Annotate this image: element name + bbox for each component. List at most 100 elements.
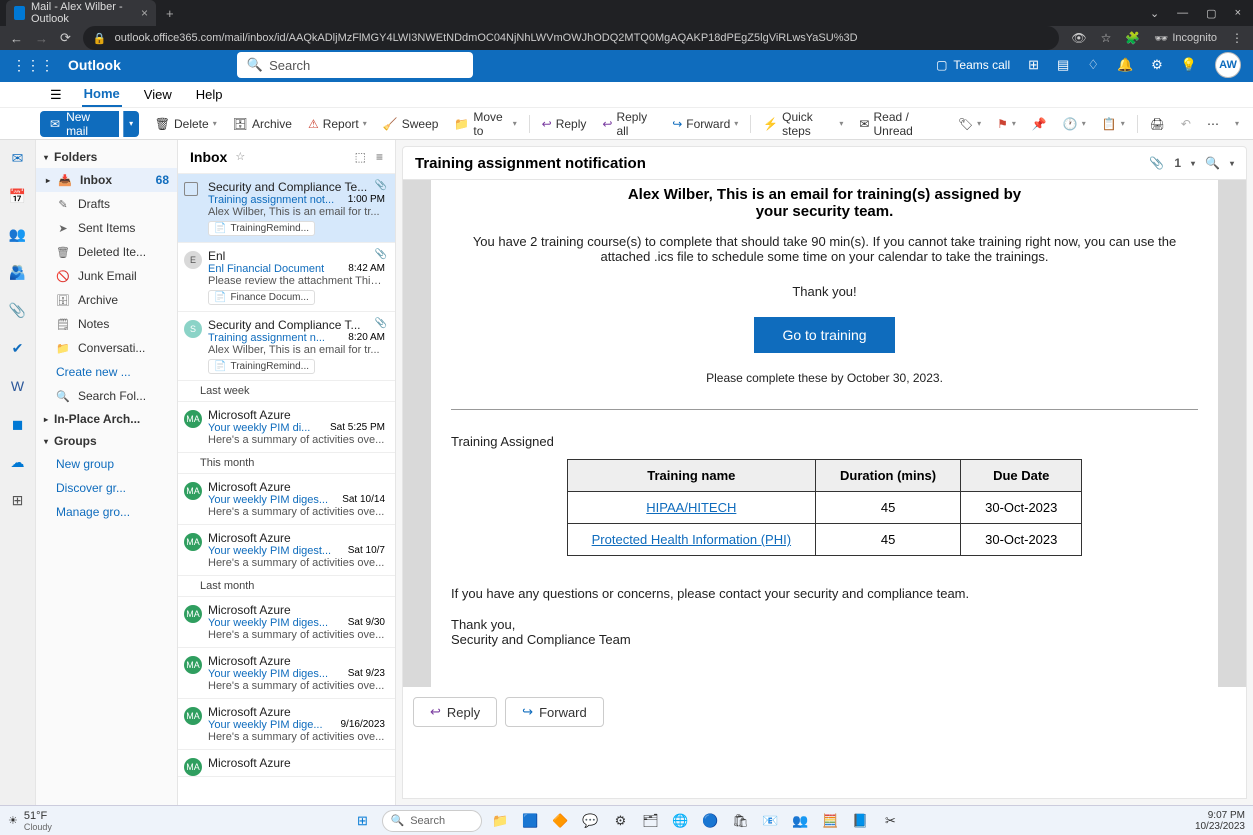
meet-now-icon[interactable]: ⊞ [1028, 57, 1039, 73]
tag-button[interactable]: 🏷▾ [952, 111, 987, 137]
taskbar-app-icon[interactable]: 🔶 [550, 810, 572, 832]
attachment-icon[interactable]: 📎 [1149, 156, 1164, 170]
snooze-button[interactable]: 🕐▾ [1057, 111, 1092, 137]
account-avatar[interactable]: AW [1215, 52, 1241, 78]
rail-mail-icon[interactable]: ✉ [6, 146, 30, 170]
archive-button[interactable]: 🗄Archive [227, 111, 298, 137]
forward-button[interactable]: ↪Forward▾ [666, 111, 744, 137]
folder-notes[interactable]: 🗒Notes [36, 312, 177, 336]
sweep-button[interactable]: 🧹Sweep [377, 111, 445, 137]
rules-button[interactable]: 📋▾ [1096, 111, 1131, 137]
new-group-link[interactable]: New group [36, 452, 177, 476]
folder-inbox[interactable]: ▸📥Inbox68 [36, 168, 177, 192]
chevron-down-icon[interactable]: ⌄ [1150, 7, 1159, 20]
kebab-menu-icon[interactable]: ⋮ [1231, 31, 1243, 45]
select-mode-icon[interactable]: ⬚ [355, 150, 366, 164]
message-item[interactable]: MAMicrosoft AzureYour weekly PIM diges..… [178, 474, 395, 525]
menu-help[interactable]: Help [194, 83, 225, 106]
attachment-chip[interactable]: 📄TrainingRemind... [208, 359, 315, 374]
url-input[interactable]: 🔒 outlook.office365.com/mail/inbox/id/AA… [83, 26, 1060, 50]
pin-button[interactable]: 📌 [1026, 111, 1053, 137]
menu-view[interactable]: View [142, 83, 174, 106]
new-mail-button[interactable]: ✉ New mail [40, 111, 119, 137]
groups-header[interactable]: ▾Groups [36, 430, 177, 452]
manage-groups-link[interactable]: Manage gro... [36, 500, 177, 524]
reply-button[interactable]: ↩Reply [536, 111, 593, 137]
folder-junk[interactable]: 🚫Junk Email [36, 264, 177, 288]
maximize-icon[interactable]: ▢ [1206, 7, 1216, 20]
training-link[interactable]: HIPAA/HITECH [646, 500, 736, 515]
message-checkbox[interactable] [184, 182, 198, 196]
create-folder-link[interactable]: Create new ... [36, 360, 177, 384]
system-tray[interactable]: 9:07 PM 10/23/2023 [1195, 810, 1245, 832]
taskbar-store-icon[interactable]: 🛍 [730, 810, 752, 832]
hamburger-icon[interactable]: ☰ [50, 87, 62, 103]
taskbar-settings-icon[interactable]: ⚙ [610, 810, 632, 832]
new-mail-dropdown[interactable]: ▾ [123, 111, 139, 137]
training-link[interactable]: Protected Health Information (PHI) [592, 532, 791, 547]
back-icon[interactable]: ← [10, 31, 23, 46]
rail-todo-icon[interactable]: ✔ [6, 336, 30, 360]
rail-app-icon[interactable]: ◼ [6, 412, 30, 436]
taskbar-edge-icon[interactable]: 🌐 [670, 810, 692, 832]
message-item[interactable]: MAMicrosoft AzureYour weekly PIM dige...… [178, 699, 395, 750]
delete-button[interactable]: 🗑Delete▾ [149, 111, 223, 137]
star-icon[interactable]: ☆ [1101, 31, 1112, 45]
attachment-chip[interactable]: 📄TrainingRemind... [208, 221, 315, 236]
flag-button[interactable]: ⚑▾ [991, 111, 1022, 137]
tips-icon[interactable]: 💡 [1181, 57, 1197, 73]
folders-header[interactable]: ▾Folders [36, 146, 177, 168]
search-input[interactable]: 🔍 Search [237, 52, 473, 78]
close-window-icon[interactable]: × [1235, 7, 1241, 20]
minimize-icon[interactable]: — [1177, 7, 1188, 20]
message-item[interactable]: MAMicrosoft Azure [178, 750, 395, 777]
message-item[interactable]: MAMicrosoft AzureYour weekly PIM digest.… [178, 525, 395, 576]
taskbar-snip-icon[interactable]: ✂ [880, 810, 902, 832]
forward-action-button[interactable]: ↪ Forward [505, 697, 604, 727]
reply-action-button[interactable]: ↩ Reply [413, 697, 497, 727]
message-item[interactable]: 📎Security and Compliance Te...Training a… [178, 174, 395, 243]
bell-icon[interactable]: 🔔 [1117, 57, 1133, 73]
rail-files-icon[interactable]: 📎 [6, 298, 30, 322]
menu-home[interactable]: Home [82, 82, 122, 107]
app-launcher-icon[interactable]: ⋮⋮⋮ [12, 57, 54, 74]
discover-groups-link[interactable]: Discover gr... [36, 476, 177, 500]
notification-icon[interactable]: ♢ [1087, 57, 1099, 73]
forward-icon[interactable]: → [35, 31, 48, 46]
taskbar-outlook-icon[interactable]: 📧 [760, 810, 782, 832]
folder-search[interactable]: 🔍Search Fol... [36, 384, 177, 408]
taskbar-calc-icon[interactable]: 🧮 [820, 810, 842, 832]
rail-onedrive-icon[interactable]: ☁ [6, 450, 30, 474]
taskbar-word-icon[interactable]: 📘 [850, 810, 872, 832]
reload-icon[interactable]: ⟳ [60, 30, 71, 46]
rail-people-icon[interactable]: 👥 [6, 222, 30, 246]
favorite-star-icon[interactable]: ☆ [235, 150, 245, 163]
taskbar-copilot-icon[interactable]: 🟦 [520, 810, 542, 832]
attachment-chip[interactable]: 📄Finance Docum... [208, 290, 315, 305]
folder-archive[interactable]: 🗄Archive [36, 288, 177, 312]
taskbar-files-icon[interactable]: 🗂 [640, 810, 662, 832]
more-button[interactable]: ⋯ [1201, 111, 1225, 137]
taskbar-explorer-icon[interactable]: 📁 [490, 810, 512, 832]
eye-off-icon[interactable]: 👁 [1071, 31, 1086, 45]
ribbon-collapse[interactable]: ▾ [1229, 111, 1245, 137]
taskbar-search[interactable]: 🔍Search [382, 810, 482, 832]
folder-deleted[interactable]: 🗑Deleted Ite... [36, 240, 177, 264]
close-tab-icon[interactable]: × [141, 6, 148, 20]
undo-button[interactable]: ↶ [1175, 111, 1197, 137]
message-item[interactable]: MAMicrosoft AzureYour weekly PIM di...Sa… [178, 402, 395, 453]
new-tab-button[interactable]: + [156, 6, 184, 21]
teams-call-button[interactable]: ▢ Teams call [936, 58, 1010, 72]
inplace-archive-header[interactable]: ▸In-Place Arch... [36, 408, 177, 430]
folder-drafts[interactable]: ✎Drafts [36, 192, 177, 216]
message-item[interactable]: E📎EnlEnl Financial Document8:42 AMPlease… [178, 243, 395, 312]
move-to-button[interactable]: 📁Move to▾ [448, 111, 522, 137]
read-unread-button[interactable]: ✉Read / Unread [853, 111, 947, 137]
browser-tab[interactable]: Mail - Alex Wilber - Outlook × [6, 0, 156, 26]
my-day-icon[interactable]: ▤ [1057, 57, 1069, 73]
zoom-dropdown[interactable]: ▾ [1230, 159, 1234, 168]
taskbar-teams-icon[interactable]: 💬 [580, 810, 602, 832]
folder-sent[interactable]: ➤Sent Items [36, 216, 177, 240]
weather-widget[interactable]: ☀ 51°F Cloudy [8, 810, 52, 832]
filter-icon[interactable]: ≡ [376, 150, 383, 164]
